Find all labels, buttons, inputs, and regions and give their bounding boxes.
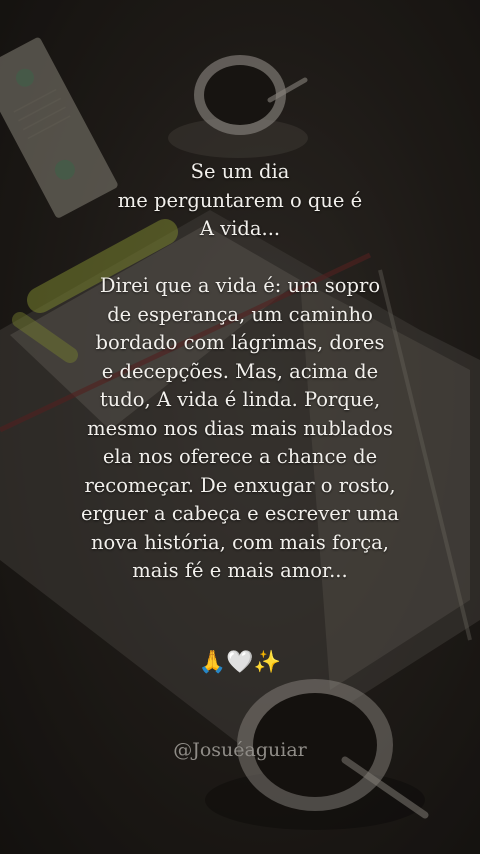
quote-line: tudo, A vida é linda. Porque, xyxy=(99,388,381,411)
quote-line: e decepções. Mas, acima de xyxy=(101,359,379,383)
quote-line: ela nos oferece a chance de xyxy=(102,445,378,468)
quote-text: Se um dia me perguntarem o que é A vida.… xyxy=(40,158,440,586)
quote-line: mais fé e mais amor... xyxy=(132,559,348,582)
quote-line: de esperança, um caminho xyxy=(107,302,373,326)
quote-line: nova história, com mais força, xyxy=(90,530,390,554)
quote-line: Direi que a vida é: um sopro xyxy=(99,274,381,297)
quote-line: Se um dia xyxy=(190,160,290,183)
quote-line: A vida... xyxy=(199,217,281,240)
quote-line: me perguntarem o que é xyxy=(117,188,363,212)
quote-line: recomeçar. De enxugar o rosto, xyxy=(84,473,396,497)
quote-line: bordado com lágrimas, dores xyxy=(95,331,385,354)
emoji-row: 🙏🤍✨ xyxy=(198,650,282,675)
quote-line: mesmo nos dias mais nublados xyxy=(87,416,393,440)
quote-line: erguer a cabeça e escrever uma xyxy=(81,502,399,525)
photo-background: Se um dia me perguntarem o que é A vida.… xyxy=(0,0,480,854)
author-handle: @Josuéaguiar xyxy=(173,739,307,761)
